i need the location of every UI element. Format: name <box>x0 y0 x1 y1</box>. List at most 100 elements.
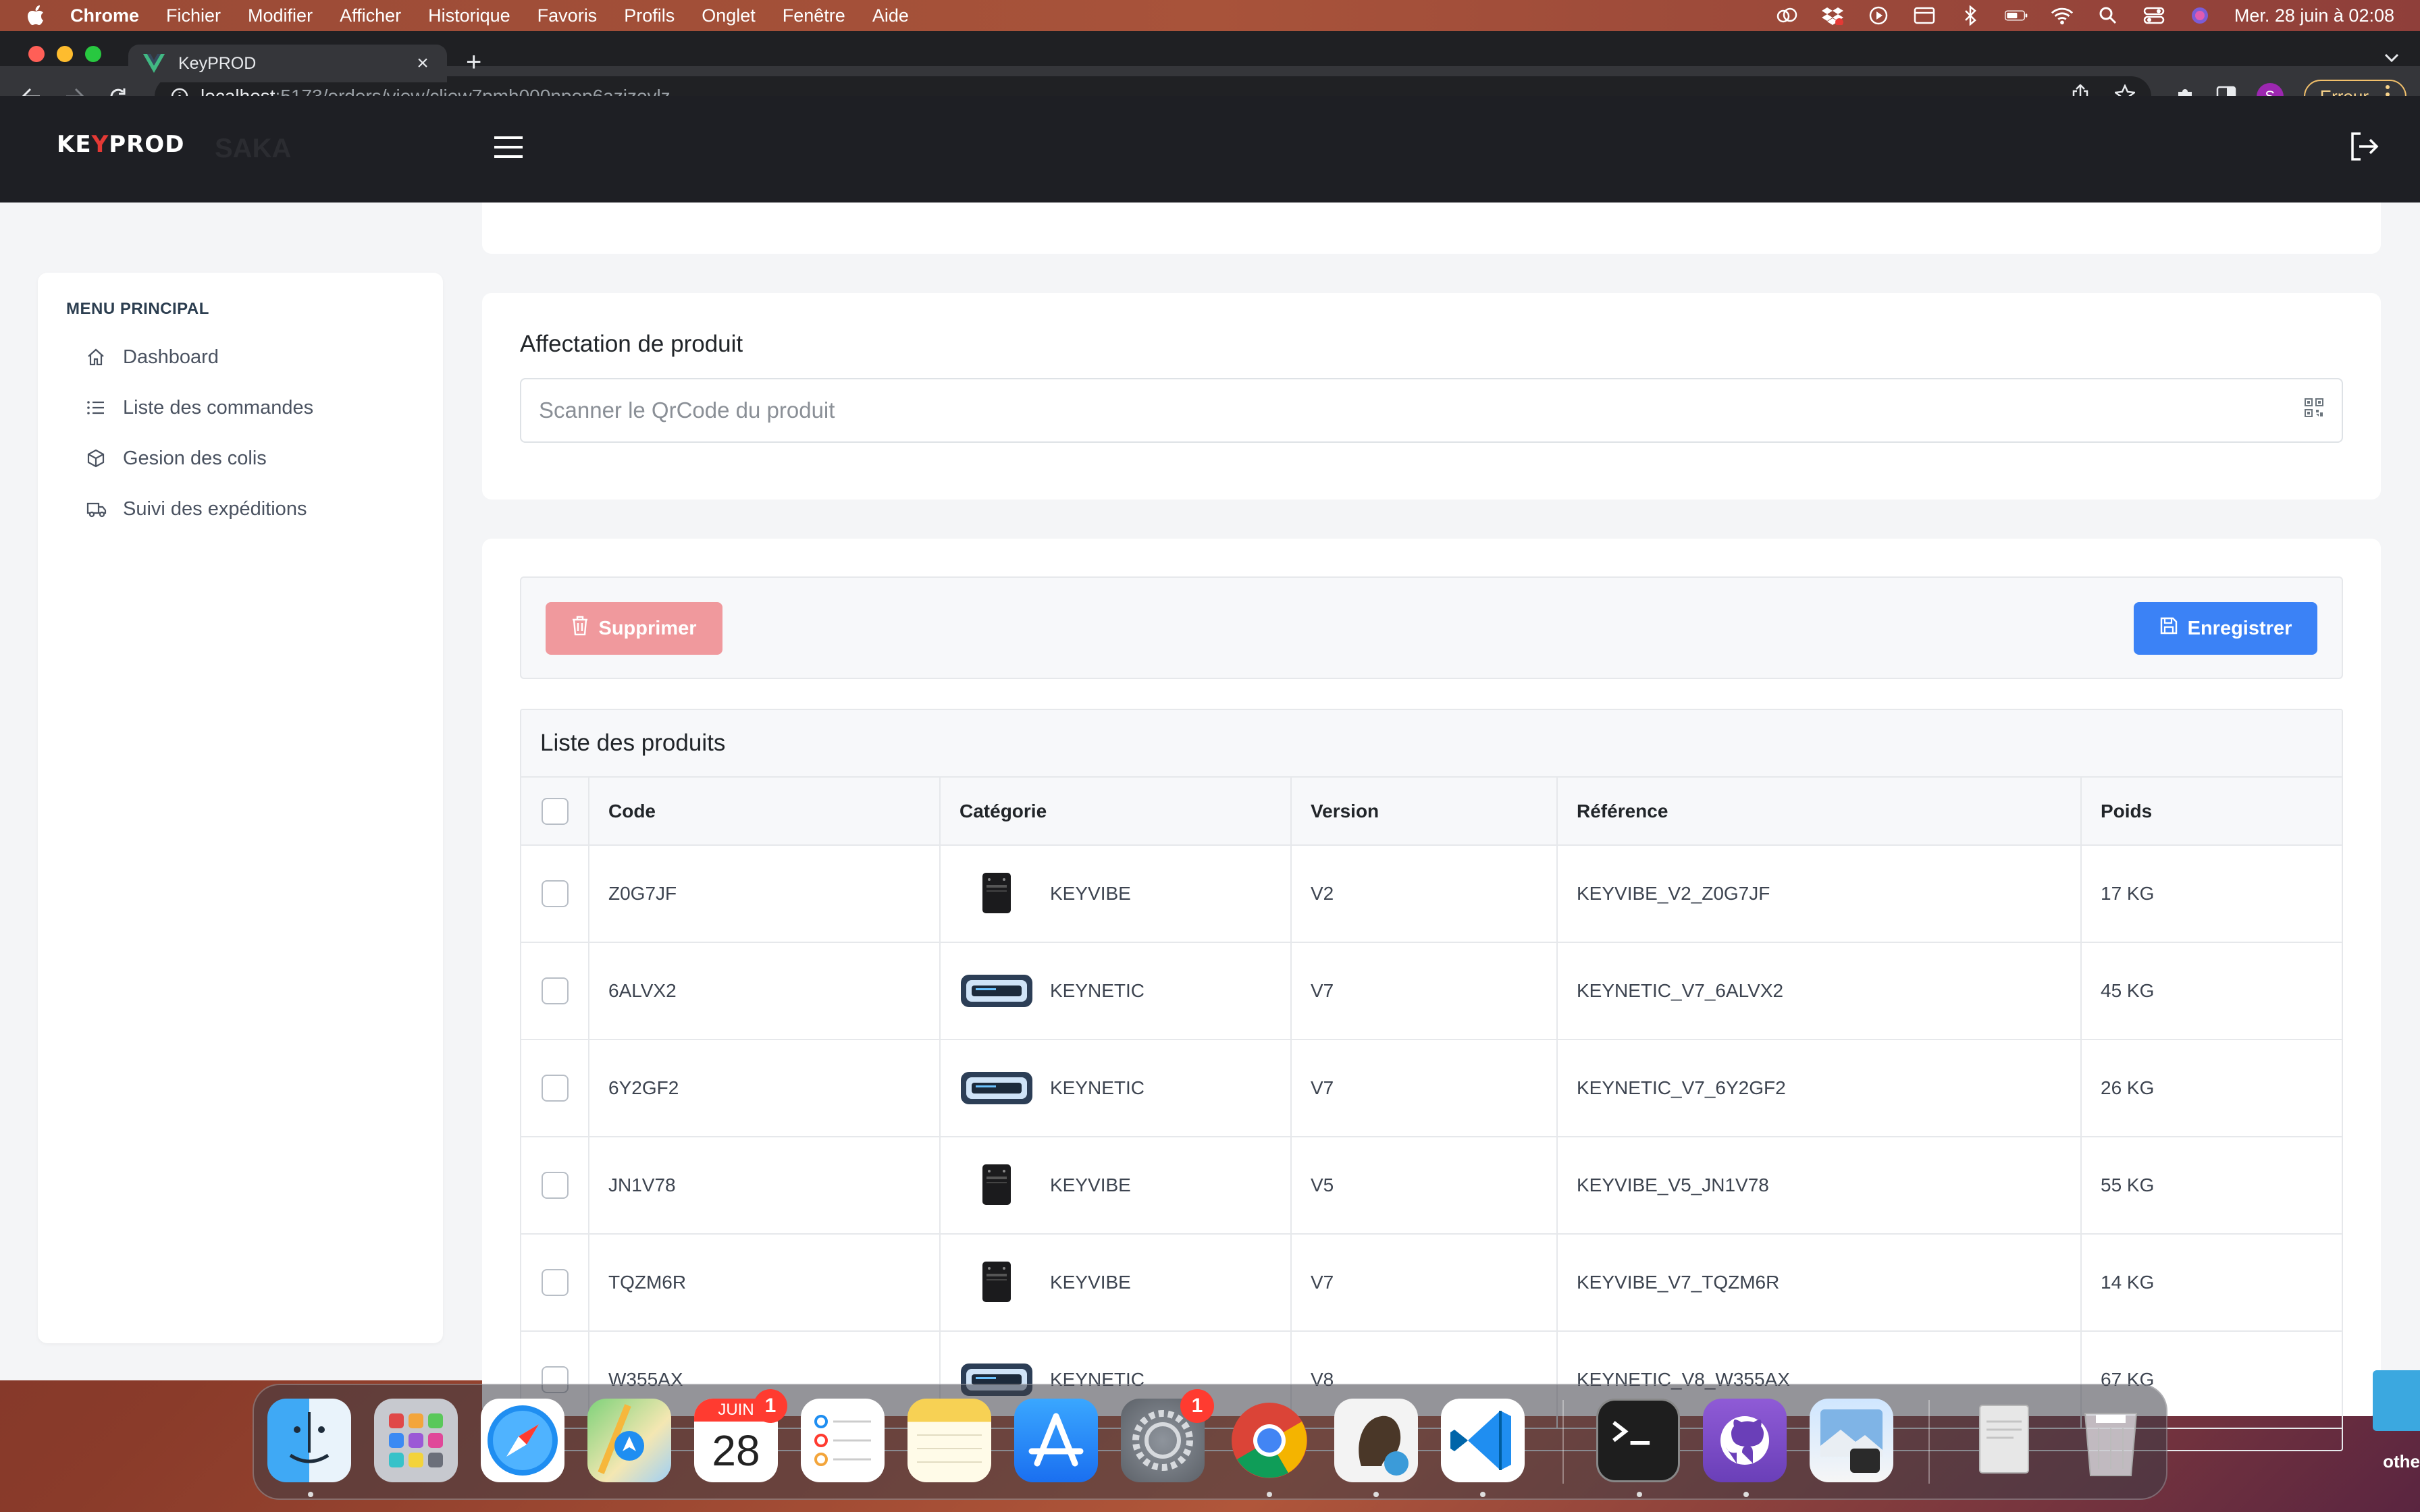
window-close-button[interactable] <box>28 46 45 62</box>
menu-aide[interactable]: Aide <box>872 5 909 26</box>
vscode-running-dot <box>1480 1492 1485 1497</box>
sidebar-item-label: Dashboard <box>123 346 219 368</box>
keyprod-logo[interactable]: KEYPROD <box>57 131 184 158</box>
cell-weight: 26 KG <box>2081 1040 2342 1137</box>
select-all-cell <box>521 778 589 846</box>
sidebar-item-shipments[interactable]: Suivi des expéditions <box>86 497 307 520</box>
row-checkbox[interactable] <box>541 1269 569 1296</box>
column-header-reference[interactable]: Référence <box>1557 778 2082 846</box>
cell-weight: 55 KG <box>2081 1137 2342 1235</box>
row-checkbox[interactable] <box>541 1172 569 1199</box>
table-row[interactable]: 6Y2GF2 KEYNETIC V7 KEYNETIC_V7_6Y2GF2 26… <box>521 1040 2342 1137</box>
logo-part-a: KE <box>57 131 92 158</box>
macos-menubar: Chrome Fichier Modifier Afficher Histori… <box>0 0 2420 31</box>
cell-code: 6Y2GF2 <box>589 1040 941 1137</box>
battery-icon[interactable] <box>2004 5 2028 26</box>
menu-app-chrome[interactable]: Chrome <box>70 5 139 26</box>
desktop-file-label[interactable]: othe <box>2383 1451 2420 1472</box>
elephant-app-running-dot <box>1373 1492 1379 1497</box>
row-checkbox[interactable] <box>541 1075 569 1102</box>
column-header-weight[interactable]: Poids <box>2081 778 2342 846</box>
notes-icon[interactable] <box>908 1399 991 1482</box>
vscode-icon[interactable] <box>1441 1399 1525 1482</box>
cell-category: KEYNETIC <box>940 1040 1292 1137</box>
terminal-running-dot <box>1637 1492 1642 1497</box>
finder-icon[interactable] <box>267 1399 351 1482</box>
safari-icon[interactable] <box>481 1399 564 1482</box>
wifi-icon[interactable] <box>2051 5 2074 26</box>
app-store-icon[interactable] <box>1014 1399 1098 1482</box>
calendar-icon[interactable]: JUIN 28 1 <box>694 1389 787 1482</box>
menu-fichier[interactable]: Fichier <box>166 5 221 26</box>
tab-search-chevron-icon[interactable] <box>2384 53 2400 67</box>
column-header-code[interactable]: Code <box>589 778 941 846</box>
play-circle-icon[interactable] <box>1867 5 1890 26</box>
tab-bar: KeyPROD × + <box>0 31 2420 82</box>
column-header-version[interactable]: Version <box>1291 778 1558 846</box>
launchpad-icon[interactable] <box>374 1399 458 1482</box>
menu-fenetre[interactable]: Fenêtre <box>783 5 845 26</box>
table-row[interactable]: TQZM6R KEYVIBE V7 KEYVIBE_V7_TQZM6R 14 K… <box>521 1234 2342 1332</box>
home-icon <box>86 346 109 369</box>
trash-full-icon[interactable] <box>2069 1399 2153 1482</box>
chrome-icon[interactable] <box>1228 1399 1311 1482</box>
sidebar-item-orders[interactable]: Liste des commandes <box>86 396 313 419</box>
reminders-icon[interactable] <box>801 1399 885 1482</box>
creative-cloud-icon[interactable] <box>1775 5 1798 26</box>
save-button[interactable]: Enregistrer <box>2134 602 2317 655</box>
siri-icon[interactable] <box>2188 5 2211 26</box>
window-controls <box>28 46 101 62</box>
sidebar-item-label: Suivi des expéditions <box>123 497 307 520</box>
tab-keyprod[interactable]: KeyPROD × <box>128 45 447 82</box>
menu-historique[interactable]: Historique <box>428 5 510 26</box>
card-top-strip <box>482 202 2381 254</box>
pdf-document-icon[interactable] <box>1962 1399 2046 1482</box>
tableplus-elephant-icon[interactable] <box>1334 1399 1418 1482</box>
dropbox-icon[interactable] <box>1821 5 1844 26</box>
menu-modifier[interactable]: Modifier <box>248 5 313 26</box>
cell-version: V7 <box>1291 942 1558 1040</box>
logout-icon[interactable] <box>2348 131 2379 165</box>
terminal-icon[interactable] <box>1596 1399 1680 1482</box>
sidebar-item-dashboard[interactable]: Dashboard <box>86 346 219 369</box>
cell-code: JN1V78 <box>589 1137 941 1235</box>
github-desktop-icon[interactable] <box>1703 1399 1787 1482</box>
screen-icon[interactable] <box>1913 5 1936 26</box>
new-tab-button[interactable]: + <box>466 49 481 76</box>
qrcode-scan-input[interactable]: Scanner le QrCode du produit <box>520 378 2343 443</box>
logo-part-b: Y <box>91 131 109 158</box>
table-row[interactable]: Z0G7JF KEYVIBE V2 KEYVIBE_V2_Z0G7JF 17 K… <box>521 845 2342 943</box>
window-minimize-button[interactable] <box>57 46 73 62</box>
menu-onglet[interactable]: Onglet <box>702 5 756 26</box>
select-all-checkbox[interactable] <box>541 797 569 825</box>
tab-close-icon[interactable]: × <box>413 52 432 74</box>
menubar-clock[interactable]: Mer. 28 juin à 02:08 <box>2234 5 2394 26</box>
delete-button[interactable]: Supprimer <box>546 602 722 655</box>
calendar-badge: 1 <box>754 1389 787 1423</box>
sidebar-item-packages[interactable]: Gesion des colis <box>86 447 267 470</box>
control-center-icon[interactable] <box>2142 5 2165 26</box>
cell-category: KEYVIBE <box>940 1234 1292 1332</box>
delete-label: Supprimer <box>598 617 697 639</box>
menu-afficher[interactable]: Afficher <box>340 5 401 26</box>
column-header-category[interactable]: Catégorie <box>940 778 1292 846</box>
preview-icon[interactable] <box>1810 1399 1893 1482</box>
github-running-dot <box>1743 1492 1749 1497</box>
row-checkbox[interactable] <box>541 880 569 907</box>
cell-code: Z0G7JF <box>589 845 941 943</box>
spotlight-search-icon[interactable] <box>2097 5 2120 26</box>
row-select-cell <box>521 1234 589 1332</box>
window-maximize-button[interactable] <box>85 46 101 62</box>
table-row[interactable]: JN1V78 KEYVIBE V5 KEYVIBE_V5_JN1V78 55 K… <box>521 1137 2342 1235</box>
app-header: KEYPROD SAKA <box>0 96 2420 202</box>
maps-icon[interactable] <box>587 1399 671 1482</box>
bluetooth-icon[interactable] <box>1959 5 1982 26</box>
system-settings-icon[interactable]: 1 <box>1121 1389 1214 1482</box>
menu-profils[interactable]: Profils <box>624 5 675 26</box>
table-row[interactable]: 6ALVX2 KEYNETIC V7 KEYNETIC_V7_6ALVX2 45… <box>521 942 2342 1040</box>
apple-icon[interactable] <box>26 4 46 27</box>
desktop-file-icon[interactable] <box>2373 1370 2420 1431</box>
hamburger-menu-icon[interactable] <box>493 134 524 161</box>
menu-favoris[interactable]: Favoris <box>537 5 598 26</box>
row-checkbox[interactable] <box>541 977 569 1004</box>
